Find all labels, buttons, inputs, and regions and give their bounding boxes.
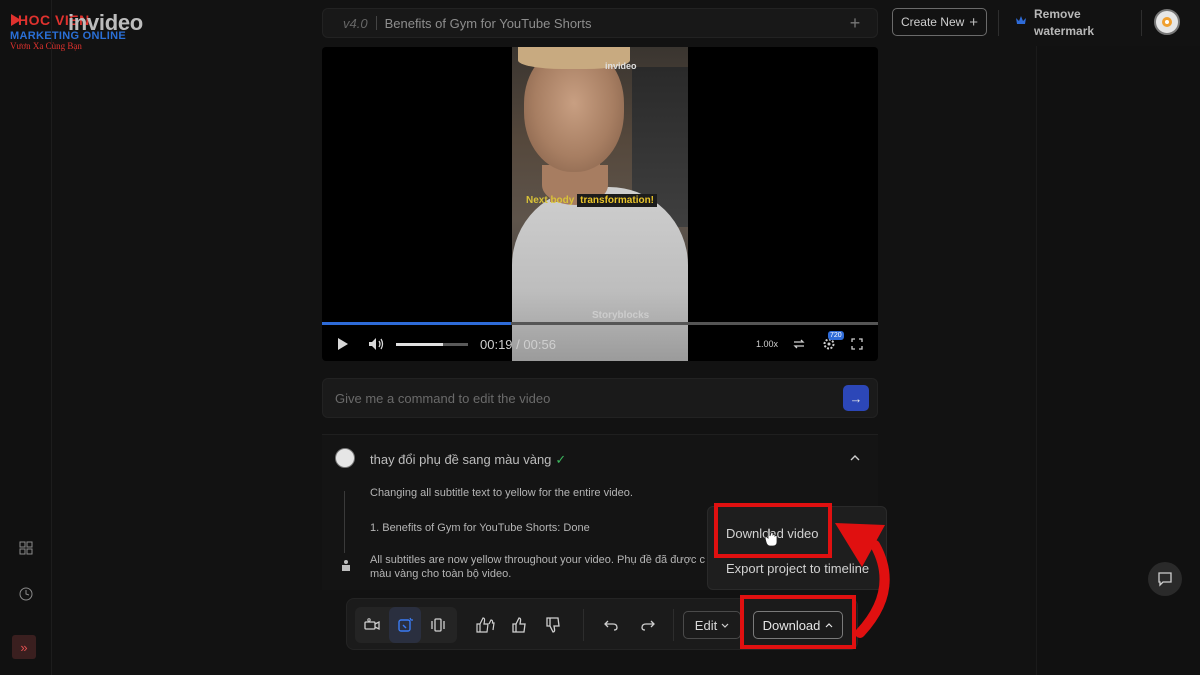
left-rail: » bbox=[0, 0, 52, 675]
chat-bubble-icon bbox=[1158, 572, 1172, 587]
grid-icon[interactable] bbox=[14, 536, 38, 560]
loop-icon[interactable] bbox=[788, 333, 810, 355]
chat-support-button[interactable] bbox=[1148, 562, 1182, 596]
chevron-down-icon bbox=[721, 623, 729, 628]
project-title: Benefits of Gym for YouTube Shorts bbox=[384, 15, 592, 31]
title-divider bbox=[375, 16, 377, 30]
redo-icon[interactable] bbox=[632, 607, 664, 643]
collapse-chevron-icon[interactable] bbox=[850, 450, 860, 464]
quality-badge: 720 bbox=[828, 331, 844, 340]
video-player[interactable]: invideo Next body transformation! Storyb… bbox=[322, 47, 878, 361]
thumbs-down-icon[interactable] bbox=[538, 607, 570, 643]
subtitle-highlight: transformation! bbox=[577, 194, 658, 207]
frame-invideo-logo: invideo bbox=[605, 61, 637, 71]
progress-fill bbox=[322, 322, 512, 325]
remove-watermark-button[interactable]: Remove watermark bbox=[1016, 6, 1126, 40]
play-icon[interactable] bbox=[332, 333, 354, 355]
check-icon: ✓ bbox=[555, 452, 567, 467]
quality-settings-button[interactable]: 720 bbox=[818, 331, 844, 355]
volume-slider[interactable] bbox=[396, 342, 468, 346]
volume-fill bbox=[396, 342, 443, 346]
crown-icon bbox=[1016, 16, 1026, 24]
command-box: → bbox=[322, 378, 878, 418]
header-divider bbox=[998, 10, 999, 36]
magic-edit-icon[interactable] bbox=[389, 607, 421, 643]
version-label: v4.0 bbox=[343, 15, 368, 31]
history-step-3b: màu vàng cho toàn bộ video. bbox=[370, 568, 512, 580]
header-divider-2 bbox=[1141, 10, 1142, 36]
thumbs-up-icon[interactable] bbox=[504, 607, 536, 643]
app-root: » HOC VIEN MARKETING ONLINE Vươn Xa Cùng… bbox=[0, 0, 1200, 675]
vibrate-icon[interactable] bbox=[422, 607, 454, 643]
create-new-button[interactable]: Create New + bbox=[892, 8, 987, 36]
camera-icon[interactable] bbox=[356, 607, 388, 643]
playback-speed[interactable]: 1.00x bbox=[756, 339, 778, 349]
video-subtitle: Next body transformation! bbox=[526, 194, 658, 207]
prompt-text: thay đổi phụ đề sang màu vàng bbox=[370, 452, 552, 467]
send-arrow-icon[interactable]: → bbox=[843, 385, 869, 411]
volume-icon[interactable] bbox=[366, 333, 388, 355]
history-prompt: thay đổi phụ đề sang màu vàng ✓ bbox=[370, 452, 566, 468]
invideo-logo[interactable]: invideo bbox=[68, 10, 143, 36]
history-step-1: Changing all subtitle text to yellow for… bbox=[370, 487, 633, 499]
progress-bar[interactable] bbox=[322, 322, 878, 325]
edit-button[interactable]: Edit bbox=[683, 611, 741, 639]
storyblocks-watermark: Storyblocks bbox=[592, 310, 650, 321]
brand-sub-text: Vươn Xa Cùng Bạn bbox=[10, 41, 82, 51]
video-frame: invideo Next body transformation! Storyb… bbox=[512, 47, 688, 361]
create-new-label: Create New bbox=[900, 15, 965, 29]
undo-icon[interactable] bbox=[595, 607, 627, 643]
plus-icon: + bbox=[969, 13, 979, 31]
fullscreen-icon[interactable] bbox=[846, 333, 868, 355]
annotation-arrow-icon bbox=[835, 523, 890, 638]
history-avatar bbox=[335, 448, 355, 468]
history-clock-icon[interactable] bbox=[14, 582, 38, 606]
toolbar-divider-2 bbox=[673, 609, 674, 641]
bot-icon bbox=[342, 560, 350, 571]
edit-label: Edit bbox=[694, 617, 718, 633]
hand-cursor-icon bbox=[764, 527, 778, 547]
total-time: 00:56 bbox=[523, 336, 556, 352]
project-title-bar[interactable]: v4.0 Benefits of Gym for YouTube Shorts … bbox=[322, 8, 878, 38]
add-icon[interactable]: + bbox=[845, 13, 865, 34]
avatar-logo-icon bbox=[1162, 17, 1172, 27]
current-time: 00:19 bbox=[480, 336, 513, 352]
time-display: 00:19 / 00:56 bbox=[480, 337, 556, 352]
remove-watermark-label: Remove watermark bbox=[1034, 7, 1095, 38]
history-timeline-line bbox=[344, 491, 345, 553]
time-separator: / bbox=[512, 336, 524, 352]
subtitle-prefix: Next body bbox=[526, 195, 578, 206]
player-controls: 00:19 / 00:56 1.00x 720 bbox=[322, 327, 878, 361]
expand-sidebar-icon[interactable]: » bbox=[12, 635, 36, 659]
double-thumbs-up-icon[interactable] bbox=[469, 607, 501, 643]
user-avatar[interactable] bbox=[1154, 9, 1180, 35]
history-step-3a: All subtitles are now yellow throughout … bbox=[370, 554, 705, 566]
toolbar-divider bbox=[583, 609, 584, 641]
command-input[interactable] bbox=[335, 390, 843, 406]
history-step-2: 1. Benefits of Gym for YouTube Shorts: D… bbox=[370, 522, 590, 534]
